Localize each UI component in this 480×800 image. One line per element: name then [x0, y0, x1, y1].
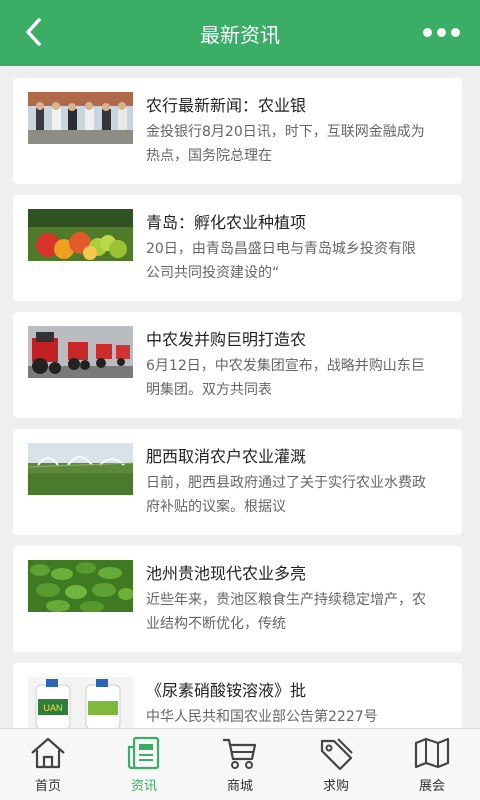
tab-news[interactable]: 资讯 — [96, 729, 192, 800]
news-thumbnail — [28, 92, 133, 144]
tab-label: 首页 — [34, 779, 61, 794]
more-button[interactable] — [418, 16, 464, 48]
news-thumbnail — [28, 443, 133, 495]
news-item[interactable]: UAN 《尿素硝酸铵溶液》批 中华人民共和国农业部公告第2227号 — [13, 663, 462, 728]
back-button[interactable] — [16, 14, 52, 50]
svg-text:UAN: UAN — [43, 703, 62, 713]
news-thumbnail — [28, 209, 133, 261]
meeting-photo-image — [28, 92, 133, 144]
back-arrow-icon — [26, 18, 41, 46]
tab-expo[interactable]: 展会 — [384, 729, 480, 800]
tab-purchase[interactable]: 求购 — [288, 729, 384, 800]
news-title: 农行最新新闻：农业银 — [146, 96, 307, 115]
irrigation-photo-image — [28, 443, 133, 495]
news-summary: 20日，由青岛昌盛日电与青岛城乡投资有限公司共同投资建设的“ — [146, 241, 416, 281]
news-summary: 中华人民共和国农业部公告第2227号 — [146, 709, 378, 725]
tab-label: 商城 — [226, 779, 253, 794]
news-thumbnail: UAN — [28, 677, 133, 728]
news-item[interactable]: 青岛：孵化农业种植项 20日，由青岛昌盛日电与青岛城乡投资有限公司共同投资建设的… — [13, 195, 462, 301]
more-dots-icon — [422, 27, 432, 37]
news-icon — [127, 736, 160, 770]
news-title: 肥西取消农户农业灌溉 — [146, 447, 307, 466]
news-summary: 近些年来，贵池区粮食生产持续稳定增产，农业结构不断优化，传统 — [146, 592, 426, 632]
news-summary: 日前，肥西县政府通过了关于实行农业水费政府补贴的议案。根据议 — [146, 475, 426, 515]
home-icon — [31, 737, 65, 769]
news-title: 青岛：孵化农业种植项 — [146, 213, 307, 232]
news-thumbnail — [28, 560, 133, 612]
crop-field-photo-image — [28, 560, 133, 612]
tab-label: 资讯 — [130, 779, 157, 794]
fruit-photo-image — [28, 209, 133, 261]
news-list[interactable]: 农行最新新闻：农业银 金投银行8月20日讯，时下，互联网金融成为热点，国务院总理… — [0, 66, 480, 728]
map-icon — [414, 737, 450, 769]
fertilizer-bottles-photo-image: UAN — [28, 677, 133, 728]
tab-label: 求购 — [322, 779, 349, 794]
news-title: 《尿素硝酸铵溶液》批 — [146, 681, 307, 700]
tractor-photo-image — [28, 326, 133, 378]
tab-shop[interactable]: 商城 — [192, 729, 288, 800]
page-title: 最新资讯 — [200, 22, 280, 47]
news-item[interactable]: 池州贵池现代农业多亮 近些年来，贵池区粮食生产持续稳定增产，农业结构不断优化，传… — [13, 546, 462, 652]
news-item[interactable]: 肥西取消农户农业灌溉 日前，肥西县政府通过了关于实行农业水费政府补贴的议案。根据… — [13, 429, 462, 535]
news-thumbnail — [28, 326, 133, 378]
cart-icon — [223, 738, 257, 769]
news-item[interactable]: 农行最新新闻：农业银 金投银行8月20日讯，时下，互联网金融成为热点，国务院总理… — [13, 78, 462, 184]
tab-label: 展会 — [418, 779, 445, 794]
news-summary: 金投银行8月20日讯，时下，互联网金融成为热点，国务院总理在 — [146, 124, 425, 164]
bottom-tab-bar: 首页 资讯 商城 求购 展会 — [0, 728, 480, 800]
news-title: 池州贵池现代农业多亮 — [146, 564, 307, 583]
news-item[interactable]: 中农发并购巨明打造农 6月12日，中农发集团宣布，战略并购山东巨明集团。双方共同… — [13, 312, 462, 418]
news-summary: 6月12日，中农发集团宣布，战略并购山东巨明集团。双方共同表 — [146, 358, 425, 398]
tag-icon — [320, 738, 353, 771]
tab-home[interactable]: 首页 — [0, 729, 96, 800]
app-header: 最新资讯 — [0, 0, 480, 66]
news-title: 中农发并购巨明打造农 — [146, 330, 307, 349]
